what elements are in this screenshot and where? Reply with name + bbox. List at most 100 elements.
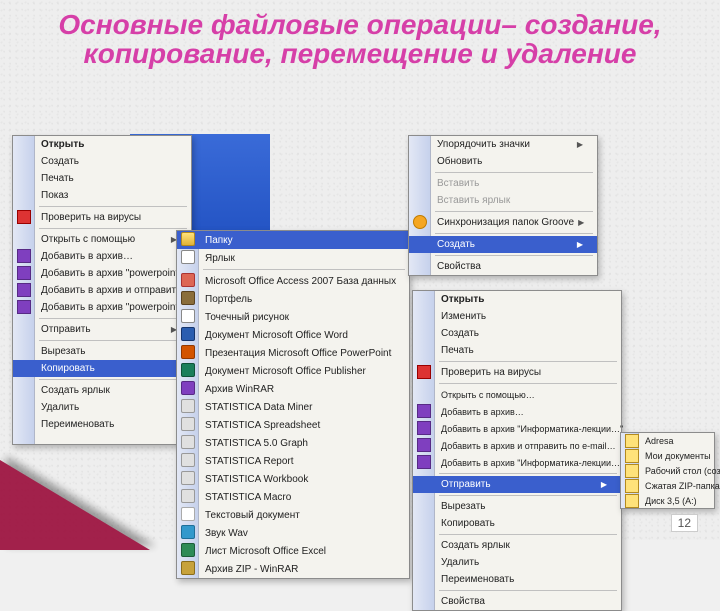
menu-icon: [17, 210, 31, 224]
menu-separator: [439, 473, 617, 474]
file-type-label: Архив ZIP - WinRAR: [205, 564, 298, 575]
properties-item[interactable]: Свойства: [409, 258, 597, 275]
file-type-item[interactable]: Архив ZIP - WinRAR: [177, 560, 409, 578]
file-type-label: Лист Microsoft Office Excel: [205, 546, 326, 557]
send-to-target[interactable]: Мои документы: [621, 448, 714, 463]
menu-item-label: Изменить: [441, 311, 486, 322]
menu-item[interactable]: Вырезать: [13, 343, 191, 360]
target-icon: [625, 479, 639, 493]
menu-item[interactable]: Показ: [13, 187, 191, 204]
file-type-icon: [181, 543, 195, 557]
file-type-item[interactable]: STATISTICA Report: [177, 452, 409, 470]
file-type-item[interactable]: Лист Microsoft Office Excel: [177, 542, 409, 560]
send-to-target[interactable]: Adresa: [621, 433, 714, 448]
refresh-item[interactable]: Обновить: [409, 153, 597, 170]
rename-item[interactable]: Переименовать: [413, 571, 621, 588]
menu-item-label: Переименовать: [41, 419, 114, 430]
menu-item-label: Ярлык: [205, 253, 235, 264]
menu-item[interactable]: Отправить▶: [13, 321, 191, 338]
menu-item[interactable]: Переименовать: [13, 416, 191, 433]
send-to-item[interactable]: Отправить▶: [413, 476, 621, 493]
menu-item[interactable]: Открыть: [13, 136, 191, 153]
open-item[interactable]: Открыть: [413, 291, 621, 308]
file-type-icon: [181, 489, 195, 503]
menu-item[interactable]: Создать: [13, 153, 191, 170]
menu-item-label: Добавить в архив "powerpoint.rar": [41, 268, 197, 279]
add-named-archive-item[interactable]: Добавить в архив "Информатика-лекции…": [413, 420, 621, 437]
file-type-item[interactable]: STATISTICA Macro: [177, 488, 409, 506]
file-type-icon: [181, 507, 195, 521]
menu-item-label: Папку: [205, 235, 233, 246]
menu-item[interactable]: Открыть с помощью▶: [13, 231, 191, 248]
menu-item-label: Обновить: [437, 156, 482, 167]
file-type-label: Звук Wav: [205, 528, 248, 539]
cut-item[interactable]: Вырезать: [413, 498, 621, 515]
groove-icon: [413, 215, 427, 229]
new-item[interactable]: Создать: [413, 325, 621, 342]
open-with-item[interactable]: Открыть с помощью…: [413, 386, 621, 403]
menu-item[interactable]: Добавить в архив "powerpoint.rar" и отпр…: [13, 299, 191, 316]
file-type-item[interactable]: STATISTICA Spreadsheet: [177, 416, 409, 434]
file-type-item[interactable]: Архив WinRAR: [177, 380, 409, 398]
file-type-item[interactable]: Точечный рисунок: [177, 308, 409, 326]
virus-scan-item[interactable]: Проверить на вирусы: [413, 364, 621, 381]
add-archive-item[interactable]: Добавить в архив…: [413, 403, 621, 420]
print-item[interactable]: Печать: [413, 342, 621, 359]
file-type-item[interactable]: STATISTICA 5.0 Graph: [177, 434, 409, 452]
send-to-target[interactable]: Сжатая ZIP-папка: [621, 478, 714, 493]
properties-item[interactable]: Свойства: [413, 593, 621, 610]
menu-item-label: Открыть с помощью…: [441, 390, 535, 400]
file-type-icon: [181, 327, 195, 341]
archive-icon: [417, 404, 431, 418]
file-type-item[interactable]: Текстовый документ: [177, 506, 409, 524]
menu-item-label: Добавить в архив и отправить по e-mail…: [441, 441, 616, 451]
file-type-item[interactable]: Microsoft Office Access 2007 База данных: [177, 272, 409, 290]
menu-item[interactable]: Добавить в архив и отправить по e-mail: [13, 282, 191, 299]
groove-sync-item[interactable]: Синхронизация папок Groove▶: [409, 214, 597, 231]
menu-item[interactable]: Добавить в архив…: [13, 248, 191, 265]
add-named-archive-email-item[interactable]: Добавить в архив "Информатика-лекции…" и…: [413, 454, 621, 471]
file-type-item[interactable]: STATISTICA Data Miner: [177, 398, 409, 416]
send-to-target[interactable]: Диск 3,5 (A:): [621, 493, 714, 508]
add-archive-email-item[interactable]: Добавить в архив и отправить по e-mail…: [413, 437, 621, 454]
edit-item[interactable]: Изменить: [413, 308, 621, 325]
menu-item[interactable]: Удалить: [13, 399, 191, 416]
create-shortcut-item[interactable]: Ярлык: [177, 249, 409, 267]
menu-separator: [39, 228, 187, 229]
file-type-icon: [181, 273, 195, 287]
menu-item[interactable]: Добавить в архив "powerpoint.rar": [13, 265, 191, 282]
file-type-label: STATISTICA Workbook: [205, 474, 308, 485]
file-type-item[interactable]: Звук Wav: [177, 524, 409, 542]
file-context-menu-1: ОткрытьСоздатьПечатьПоказ Проверить на ви…: [12, 135, 192, 445]
menu-item[interactable]: Копировать: [13, 360, 191, 377]
send-to-target[interactable]: Рабочий стол (создать ярлык): [621, 463, 714, 478]
menu-item-label: Создать ярлык: [41, 385, 110, 396]
delete-item[interactable]: Удалить: [413, 554, 621, 571]
file-type-item[interactable]: Документ Microsoft Office Publisher: [177, 362, 409, 380]
file-type-icon: [181, 525, 195, 539]
menu-item[interactable]: Печать: [13, 170, 191, 187]
chevron-right-icon: ▶: [577, 140, 583, 149]
paste-shortcut-item[interactable]: Вставить ярлык: [409, 192, 597, 209]
menu-item[interactable]: Проверить на вирусы: [13, 209, 191, 226]
copy-item[interactable]: Копировать: [413, 515, 621, 532]
file-type-item[interactable]: Портфель: [177, 290, 409, 308]
create-item[interactable]: Создать▶: [409, 236, 597, 253]
file-type-item[interactable]: STATISTICA Workbook: [177, 470, 409, 488]
menu-item-label: Открыть с помощью: [41, 234, 135, 245]
arrange-icons-item[interactable]: Упорядочить значки▶: [409, 136, 597, 153]
target-icon: [625, 494, 639, 508]
paste-item[interactable]: Вставить: [409, 175, 597, 192]
menu-item-label: Копировать: [441, 518, 495, 529]
file-type-label: STATISTICA Data Miner: [205, 402, 312, 413]
menu-item[interactable]: Создать ярлык: [13, 382, 191, 399]
archive-icon: [417, 455, 431, 469]
menu-item-label: Удалить: [441, 557, 479, 568]
create-folder-item[interactable]: Папку: [177, 231, 409, 249]
target-label: Рабочий стол (создать ярлык): [645, 466, 720, 476]
file-type-item[interactable]: Презентация Microsoft Office PowerPoint: [177, 344, 409, 362]
menu-separator: [439, 495, 617, 496]
menu-icon: [17, 283, 31, 297]
file-type-item[interactable]: Документ Microsoft Office Word: [177, 326, 409, 344]
file-context-menu-2: Открыть Изменить Создать Печать Проверит…: [412, 290, 622, 611]
